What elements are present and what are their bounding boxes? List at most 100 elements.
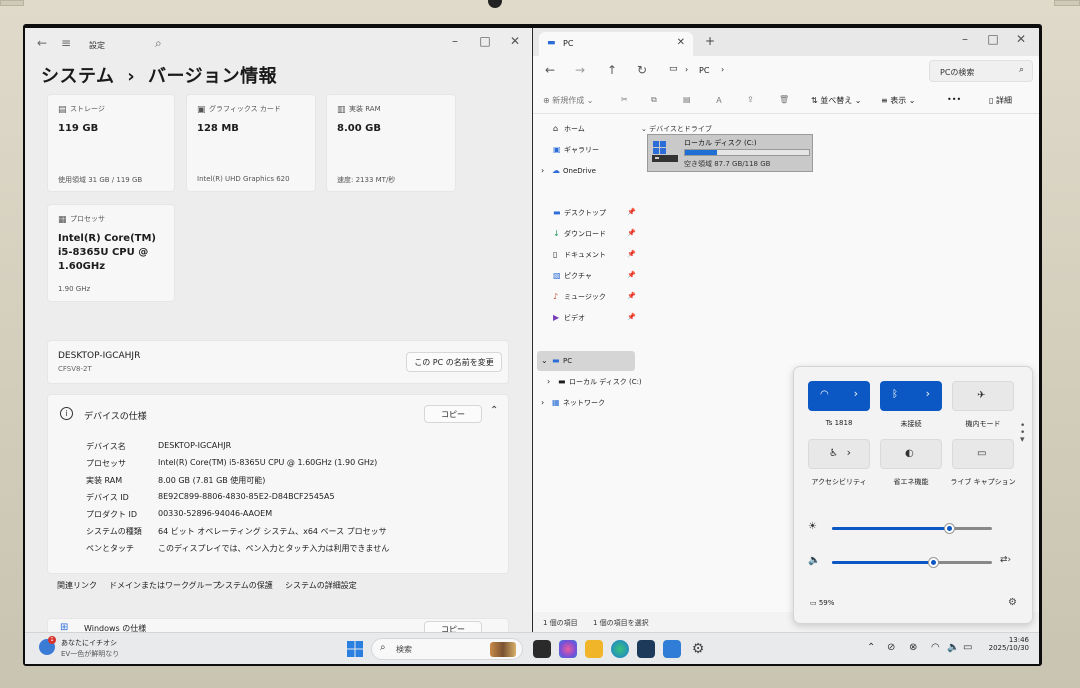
- link-advanced-system-settings[interactable]: システムの詳細設定: [285, 580, 357, 591]
- chevron-up-icon[interactable]: ⌃: [867, 642, 875, 653]
- new-tab-icon[interactable]: +: [705, 34, 715, 48]
- expand-chevron-icon[interactable]: ›: [541, 398, 552, 407]
- tab-pc[interactable]: ▬ PC ✕: [539, 32, 693, 56]
- taskbar-search[interactable]: ⌕ 検索: [371, 638, 523, 660]
- battery-icon[interactable]: ▭: [963, 642, 972, 653]
- wifi-toggle[interactable]: ◠ ›: [808, 381, 870, 411]
- new-button[interactable]: ⊕ 新規作成 ⌄: [543, 95, 594, 106]
- close-tab-icon[interactable]: ✕: [677, 37, 685, 48]
- address-bar[interactable]: ▭ › PC ›: [665, 60, 915, 82]
- drive-tile[interactable]: ローカル ディスク (C:) 空き領域 87.7 GB/118 GB: [647, 134, 813, 172]
- expand-chevron-icon[interactable]: ›: [541, 166, 552, 175]
- ram-card[interactable]: ▥ 実装 RAM 8.00 GB 速度: 2133 MT/秒: [326, 94, 456, 192]
- maximize-icon[interactable]: □: [985, 32, 1001, 46]
- airplane-mode-toggle[interactable]: ✈: [952, 381, 1014, 411]
- cut-icon[interactable]: ✂: [621, 95, 628, 104]
- clock[interactable]: 13:46 2025/10/30: [987, 636, 1029, 652]
- breadcrumb-parent[interactable]: システム: [41, 66, 114, 87]
- delete-icon[interactable]: 🗑: [779, 95, 789, 104]
- page-dots-icon[interactable]: • • ▾: [1020, 422, 1025, 445]
- link-domain-workgroup[interactable]: ドメインまたはワークグループ: [109, 580, 220, 591]
- start-button[interactable]: [347, 641, 363, 657]
- wifi-icon[interactable]: ◠: [931, 642, 940, 653]
- settings-gear-icon[interactable]: ⚙: [689, 640, 707, 658]
- file-explorer-icon[interactable]: [585, 640, 603, 658]
- sidebar-item-pictures[interactable]: ▧ ピクチャ: [553, 271, 592, 281]
- details-button[interactable]: ▯ 詳細: [989, 95, 1012, 106]
- volume-icon[interactable]: 🔈: [947, 642, 959, 653]
- live-caption-toggle[interactable]: ▭: [952, 439, 1014, 469]
- brightness-slider[interactable]: [832, 524, 992, 533]
- processor-card[interactable]: ▦ プロセッサ Intel(R) Core(TM) i5-8365U CPU @…: [47, 204, 175, 302]
- link-system-protection[interactable]: システムの保護: [217, 580, 273, 591]
- copy-spec-button[interactable]: コピー: [424, 405, 482, 423]
- audio-output-icon[interactable]: ⇄›: [1000, 555, 1011, 565]
- forward-icon[interactable]: →: [575, 63, 585, 77]
- share-icon[interactable]: ⇪: [747, 95, 754, 104]
- sidebar-item-desktop[interactable]: ▬ デスクトップ: [553, 208, 606, 218]
- chevron-right-icon[interactable]: ›: [926, 387, 930, 400]
- close-icon[interactable]: ✕: [507, 34, 523, 48]
- refresh-icon[interactable]: ↻: [637, 63, 647, 77]
- sort-button[interactable]: ⇅ 並べ替え ⌄: [811, 95, 862, 106]
- more-options-icon[interactable]: •••: [947, 95, 961, 104]
- sidebar-item-music[interactable]: ♪ ミュージック: [553, 292, 606, 302]
- sidebar-item-videos[interactable]: ▶ ビデオ: [553, 313, 585, 323]
- sidebar-item-gallery[interactable]: ▣ ギャラリー: [553, 145, 599, 155]
- paste-icon[interactable]: ▤: [683, 95, 691, 104]
- copy-windows-spec-button[interactable]: コピー: [424, 621, 482, 632]
- chevron-right-icon[interactable]: ›: [847, 446, 851, 459]
- maximize-icon[interactable]: □: [477, 34, 493, 48]
- pin-icon[interactable]: 📌: [627, 292, 636, 300]
- volume-thumb[interactable]: [929, 558, 939, 567]
- sidebar-item-local-disk[interactable]: › ▬ ローカル ディスク (C:): [547, 377, 642, 387]
- bluetooth-toggle[interactable]: ᛒ ›: [880, 381, 942, 411]
- minimize-icon[interactable]: –: [447, 34, 463, 48]
- volume-slider[interactable]: [832, 558, 992, 567]
- battery-status[interactable]: ▭ 59%: [810, 599, 834, 607]
- pin-icon[interactable]: 📌: [627, 208, 636, 216]
- minimize-icon[interactable]: –: [957, 32, 973, 46]
- settings-gear-icon[interactable]: ⚙: [1008, 597, 1017, 608]
- close-icon[interactable]: ✕: [1013, 32, 1029, 46]
- chevron-right-icon[interactable]: ›: [854, 387, 858, 400]
- pin-icon[interactable]: 📌: [627, 250, 636, 258]
- copy-icon[interactable]: ⧉: [651, 95, 657, 105]
- up-icon[interactable]: ↑: [607, 63, 617, 77]
- chevron-up-icon[interactable]: ⌃: [490, 405, 498, 416]
- storage-card[interactable]: ▤ ストレージ 119 GB 使用領域 31 GB / 119 GB: [47, 94, 175, 192]
- breadcrumb-chevron-icon[interactable]: ›: [685, 65, 688, 74]
- rename-icon[interactable]: Ａ: [715, 95, 723, 106]
- sidebar-item-documents[interactable]: ▯ ドキュメント: [553, 250, 606, 260]
- pin-icon[interactable]: 📌: [627, 313, 636, 321]
- accessibility-toggle[interactable]: ♿ ›: [808, 439, 870, 469]
- brightness-thumb[interactable]: [945, 524, 955, 533]
- graphics-card[interactable]: ▣ グラフィックス カード 128 MB Intel(R) UHD Graphi…: [186, 94, 316, 192]
- sidebar-item-downloads[interactable]: ↓ ダウンロード: [553, 229, 606, 239]
- copilot-icon[interactable]: [559, 640, 577, 658]
- close-circle-icon[interactable]: ⊗: [909, 642, 917, 653]
- search-icon[interactable]: ⌕: [155, 36, 162, 51]
- onedrive-offline-icon[interactable]: ⊘: [887, 642, 895, 653]
- sidebar-item-home[interactable]: ⌂ ホーム: [553, 124, 585, 134]
- mail-icon[interactable]: [663, 640, 681, 658]
- explorer-search-box[interactable]: PCの検索 ⌕: [929, 60, 1033, 82]
- back-icon[interactable]: ←: [545, 63, 555, 77]
- address-pc[interactable]: PC: [699, 66, 709, 75]
- sidebar-item-pc[interactable]: ⌄ ▬ PC: [541, 356, 572, 365]
- sidebar-item-network[interactable]: › ▦ ネットワーク: [541, 398, 605, 408]
- pin-icon[interactable]: 📌: [627, 271, 636, 279]
- energy-saver-toggle[interactable]: ◐: [880, 439, 942, 469]
- rename-pc-button[interactable]: この PC の名前を変更: [406, 352, 502, 372]
- sidebar-item-onedrive[interactable]: › ☁ OneDrive: [541, 166, 596, 175]
- back-arrow-icon[interactable]: ←: [37, 36, 47, 50]
- collapse-chevron-icon[interactable]: ⌄: [541, 356, 552, 365]
- view-button[interactable]: ≡ 表示 ⌄: [881, 95, 916, 106]
- pin-icon[interactable]: 📌: [627, 229, 636, 237]
- store-icon[interactable]: [637, 640, 655, 658]
- edge-icon[interactable]: [611, 640, 629, 658]
- breadcrumb-chevron-icon[interactable]: ›: [721, 65, 724, 74]
- task-view-icon[interactable]: [533, 640, 551, 658]
- expand-chevron-icon[interactable]: ›: [547, 377, 558, 386]
- group-header[interactable]: ⌄ デバイスとドライブ: [641, 124, 712, 134]
